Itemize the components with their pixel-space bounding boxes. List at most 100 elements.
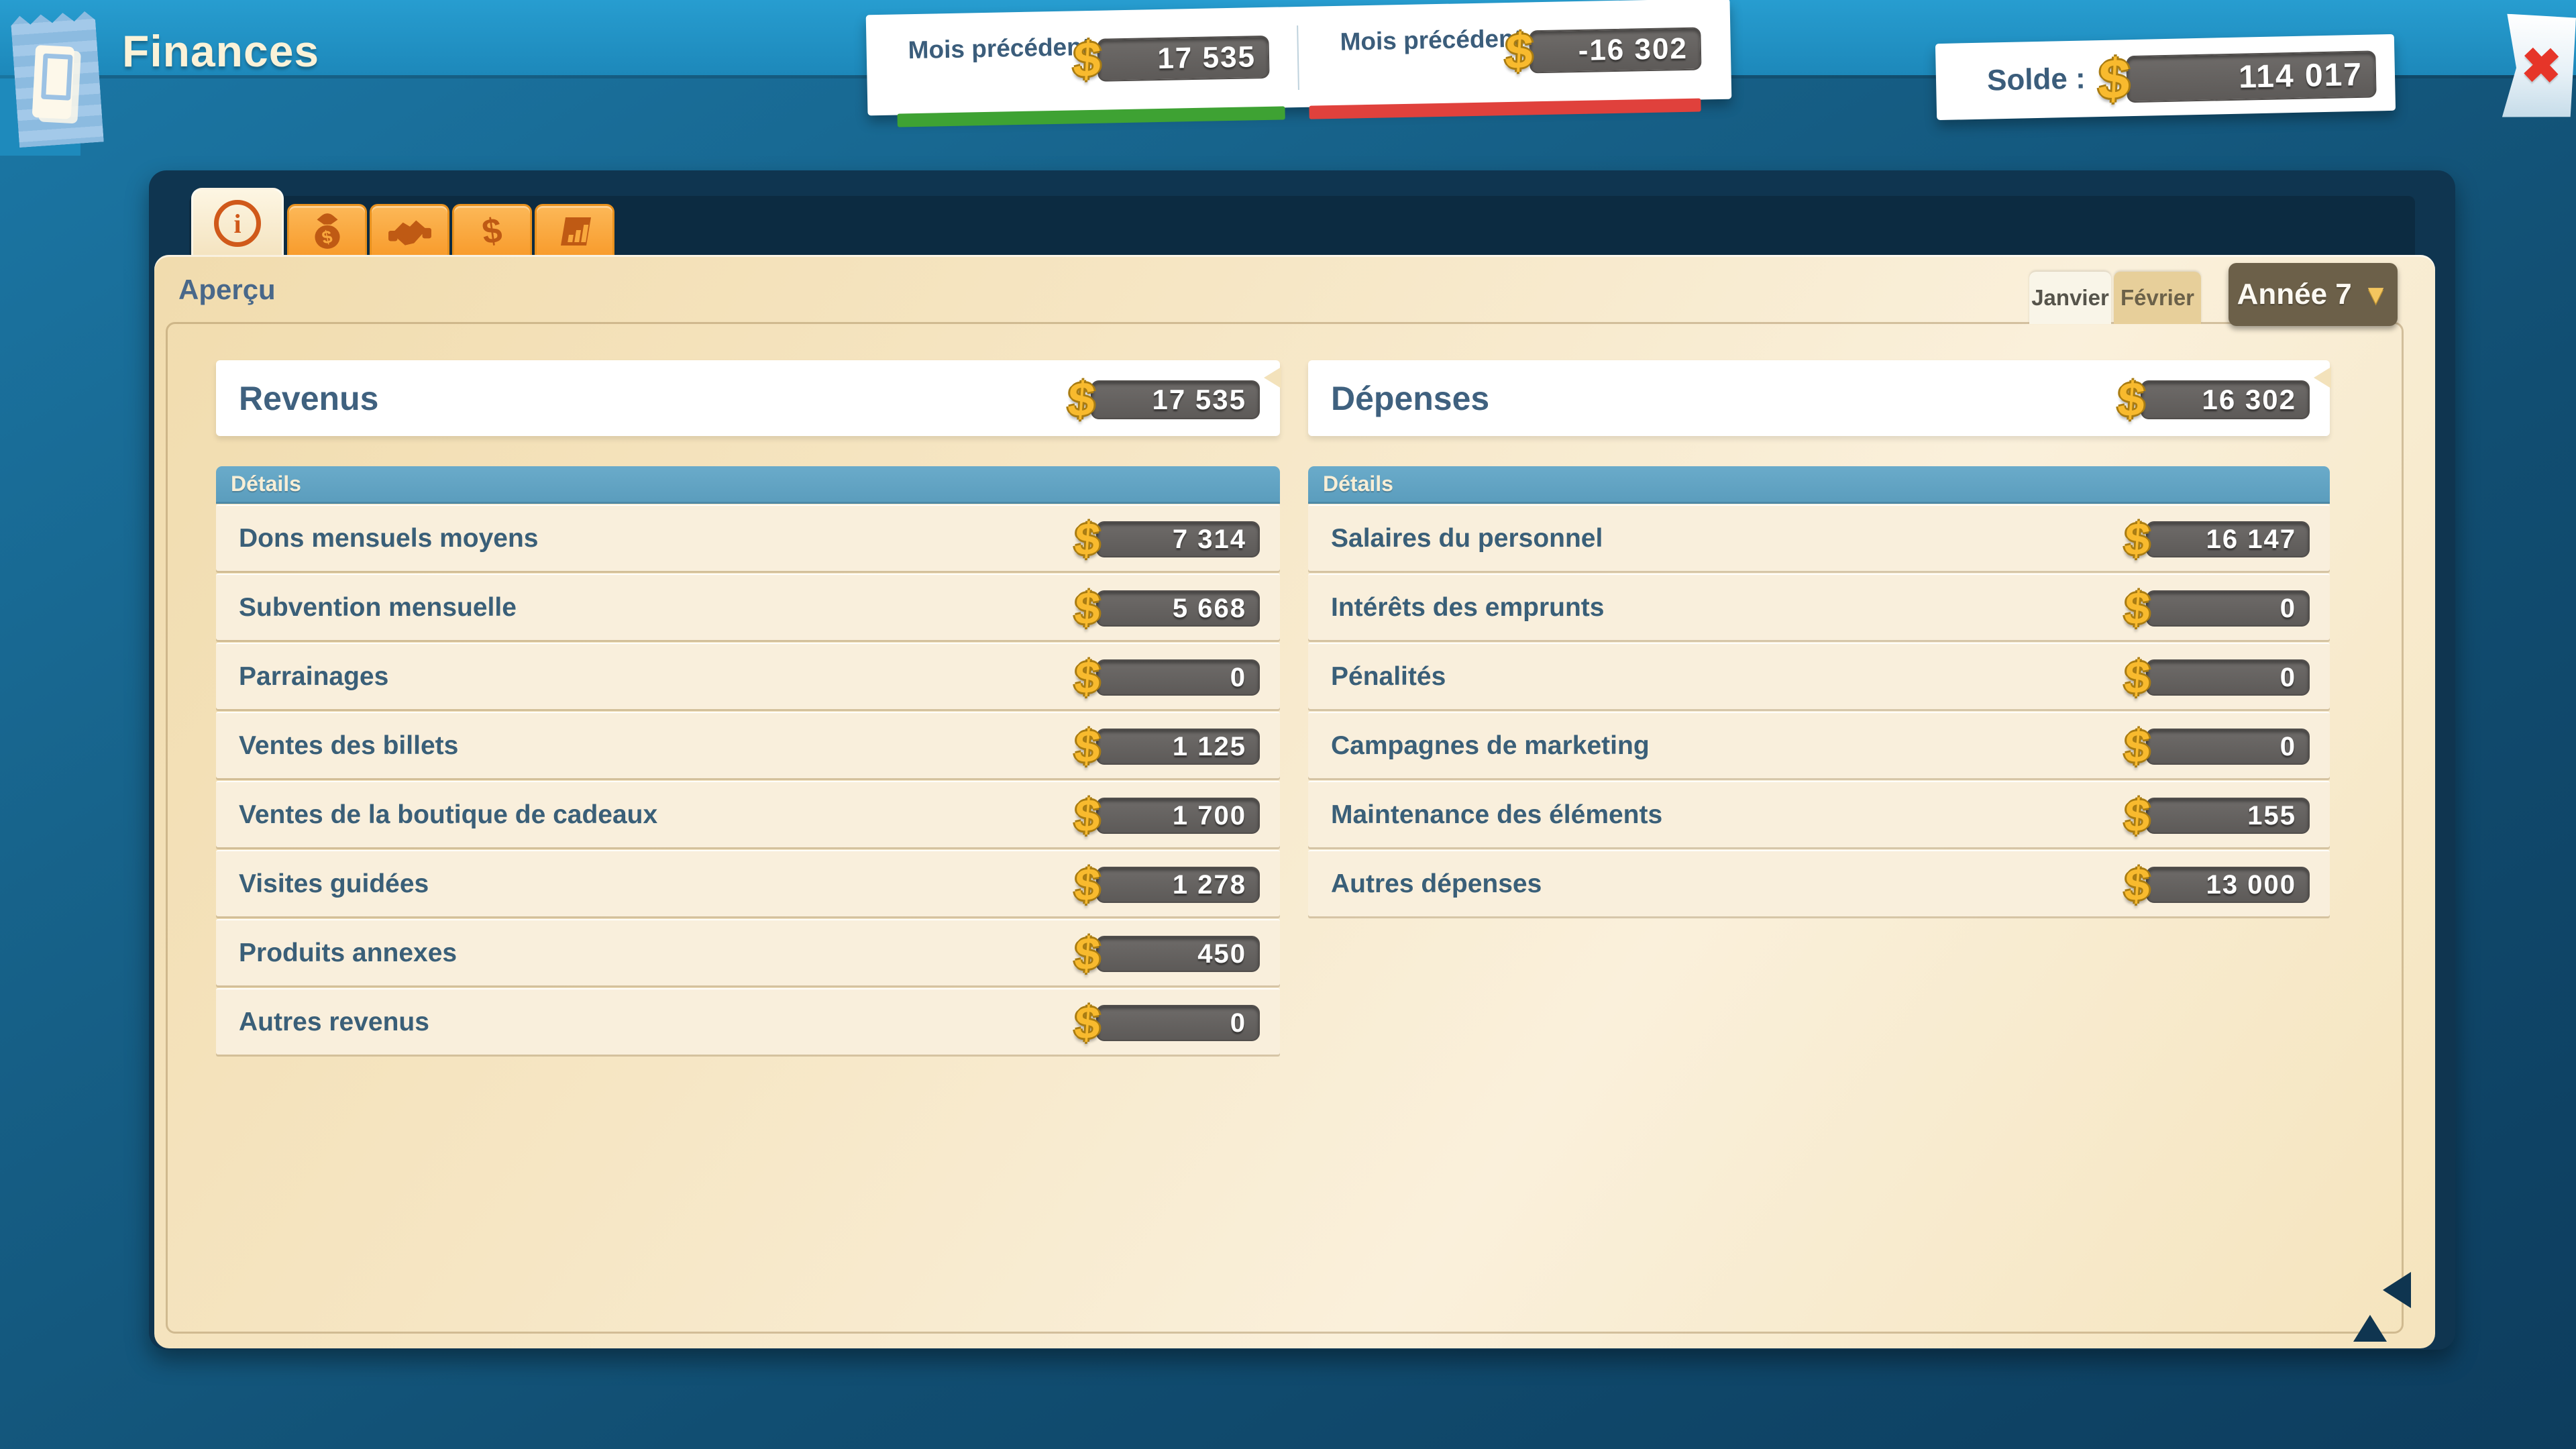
previous-month-panel: Mois précédent $ 17 535 Mois précédent $… <box>866 0 1732 115</box>
revenues-total-pill: $ 17 535 <box>1091 380 1260 419</box>
dollar-icon: $ <box>480 210 504 252</box>
revenues-rows: Dons mensuels moyens $ 7 314 Subvention … <box>216 504 1280 1057</box>
magazine-icon <box>32 45 75 119</box>
currency-icon: $ <box>2123 789 2151 842</box>
tab-loans[interactable]: $ <box>452 204 532 257</box>
expenses-total-pill: $ 16 302 <box>2141 380 2310 419</box>
table-row: Campagnes de marketing $ 0 <box>1308 712 2330 778</box>
currency-icon: $ <box>1072 30 1103 89</box>
previous-month-expense-pill: $ -16 302 <box>1529 27 1701 73</box>
balance-value: 114 017 <box>2238 52 2363 99</box>
previous-month-expense: Mois précédent $ -16 302 <box>1298 0 1732 107</box>
tab-sponsorships[interactable] <box>370 204 449 257</box>
currency-icon: $ <box>1073 996 1102 1049</box>
table-row: Pénalités $ 0 <box>1308 643 2330 709</box>
currency-icon: $ <box>2097 46 2132 113</box>
month-tab-janvier[interactable]: Janvier <box>2029 272 2111 324</box>
currency-icon: $ <box>1073 651 1102 704</box>
currency-icon: $ <box>1073 720 1102 773</box>
table-row: Autres dépenses $ 13 000 <box>1308 850 2330 916</box>
month-tab-fevrier[interactable]: Février <box>2114 272 2201 324</box>
close-icon: ✖ <box>2520 37 2563 95</box>
expenses-total-value: 16 302 <box>2202 382 2296 418</box>
row-value-pill: $ 13 000 <box>2146 867 2310 903</box>
previous-month-income-pill: $ 17 535 <box>1097 36 1269 82</box>
row-value-pill: $ 0 <box>1096 1005 1260 1041</box>
row-value-pill: $ 7 314 <box>1096 521 1260 557</box>
previous-month-expense-value: -16 302 <box>1578 29 1688 71</box>
row-value-pill: $ 16 147 <box>2146 521 2310 557</box>
handshake-icon <box>372 206 447 257</box>
row-value-pill: $ 155 <box>2146 798 2310 834</box>
row-value-pill: $ 0 <box>2146 659 2310 696</box>
previous-month-income-value: 17 535 <box>1157 37 1256 79</box>
table-row: Produits annexes $ 450 <box>216 919 1280 985</box>
revenues-total-value: 17 535 <box>1152 382 1246 418</box>
table-row: Ventes des billets $ 1 125 <box>216 712 1280 778</box>
table-row: Ventes de la boutique de cadeaux $ 1 700 <box>216 781 1280 847</box>
revenues-header: Revenus $ 17 535 <box>216 360 1280 436</box>
cursor-notch-left <box>2383 1272 2411 1308</box>
expenses-header: Dépenses $ 16 302 <box>1308 360 2330 436</box>
table-row: Parrainages $ 0 <box>216 643 1280 709</box>
expenses-title: Dépenses <box>1331 360 1489 436</box>
table-row: Salaires du personnel $ 16 147 <box>1308 504 2330 571</box>
table-row: Intérêts des emprunts $ 0 <box>1308 574 2330 640</box>
currency-icon: $ <box>1073 789 1102 842</box>
currency-icon: $ <box>2123 513 2151 566</box>
cursor-notch-up <box>2353 1315 2387 1342</box>
info-icon: i <box>214 200 261 247</box>
overview-panel: Aperçu Janvier Février Année 7 ▼ Revenus… <box>154 255 2435 1348</box>
expenses-rows: Salaires du personnel $ 16 147 Intérêts … <box>1308 504 2330 919</box>
row-value-pill: $ 0 <box>2146 590 2310 627</box>
header-notch <box>1264 367 1281 388</box>
tab-overview[interactable]: i <box>191 188 284 257</box>
previous-month-expense-label: Mois précédent <box>1340 24 1522 56</box>
year-dropdown[interactable]: Année 7 ▼ <box>2229 263 2398 326</box>
tab-donations[interactable]: $ <box>287 204 367 257</box>
table-row: Visites guidées $ 1 278 <box>216 850 1280 916</box>
currency-icon: $ <box>1073 513 1102 566</box>
row-value-pill: $ 1 125 <box>1096 729 1260 765</box>
row-value-pill: $ 0 <box>1096 659 1260 696</box>
finances-ticket-icon <box>10 8 104 148</box>
currency-icon: $ <box>1504 22 1535 80</box>
row-value-pill: $ 450 <box>1096 936 1260 972</box>
chevron-down-icon: ▼ <box>2363 280 2390 310</box>
row-value-pill: $ 5 668 <box>1096 590 1260 627</box>
balance-pill: $ 114 017 <box>2126 50 2376 103</box>
row-value-pill: $ 1 700 <box>1096 798 1260 834</box>
money-bag-icon: $ <box>289 206 365 257</box>
month-tab-label: Février <box>2121 285 2194 311</box>
table-row: Maintenance des éléments $ 155 <box>1308 781 2330 847</box>
bar-chart-icon <box>537 206 612 257</box>
currency-icon: $ <box>1073 582 1102 635</box>
section-title: Aperçu <box>178 274 276 306</box>
expenses-details-header: Détails <box>1308 466 2330 502</box>
page-title: Finances <box>122 25 319 76</box>
year-dropdown-label: Année 7 <box>2237 278 2352 311</box>
header-notch <box>2314 367 2331 388</box>
currency-icon: $ <box>1066 372 1097 427</box>
balance-label: Solde : <box>1986 41 2086 119</box>
month-tab-label: Janvier <box>2031 285 2109 311</box>
tab-statistics[interactable] <box>535 204 614 257</box>
currency-icon: $ <box>2123 651 2151 704</box>
currency-icon: $ <box>2123 582 2151 635</box>
finances-screen: Finances Mois précédent $ 17 535 Mois pr… <box>0 0 2576 1449</box>
row-value-pill: $ 1 278 <box>1096 867 1260 903</box>
balance-panel: Solde : $ 114 017 <box>1935 34 2396 120</box>
table-row: Autres revenus $ 0 <box>216 988 1280 1055</box>
currency-icon: $ <box>1073 927 1102 980</box>
currency-icon: $ <box>1073 858 1102 911</box>
currency-icon: $ <box>2123 720 2151 773</box>
currency-icon: $ <box>2116 372 2147 427</box>
revenues-title: Revenus <box>239 360 378 436</box>
currency-icon: $ <box>2123 858 2151 911</box>
table-row: Subvention mensuelle $ 5 668 <box>216 574 1280 640</box>
previous-month-income: Mois précédent $ 17 535 <box>866 7 1300 115</box>
table-row: Dons mensuels moyens $ 7 314 <box>216 504 1280 571</box>
revenues-details-header: Détails <box>216 466 1280 502</box>
row-value-pill: $ 0 <box>2146 729 2310 765</box>
previous-month-income-label: Mois précédent <box>908 32 1090 64</box>
